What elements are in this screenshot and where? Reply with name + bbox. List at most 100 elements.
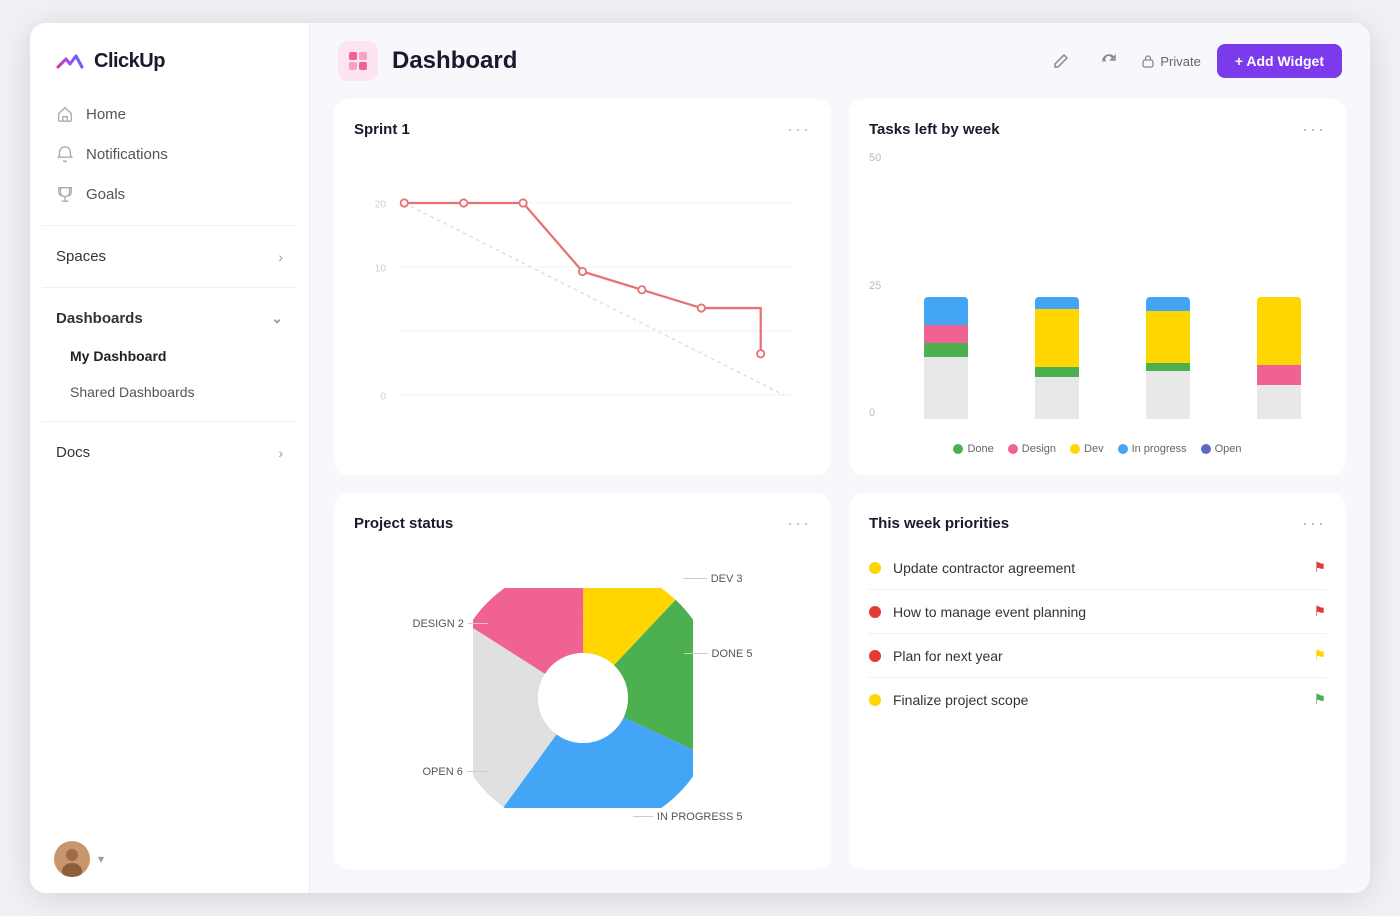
bar-group-3 bbox=[1121, 297, 1216, 419]
legend-open: Open bbox=[1201, 443, 1242, 455]
svg-text:0: 0 bbox=[380, 391, 386, 402]
bar-segment-done-2 bbox=[1035, 367, 1079, 377]
priority-item-1: Update contractor agreement ⚑ bbox=[869, 546, 1326, 590]
sprint-chart: 20 10 0 bbox=[354, 152, 811, 455]
sidebar-footer: ▾ bbox=[30, 825, 309, 893]
sidebar: ClickUp Home Notifications bbox=[30, 23, 310, 893]
trophy-icon bbox=[56, 185, 74, 203]
design-label: Design bbox=[1022, 443, 1056, 455]
priority-dot-3 bbox=[869, 650, 881, 662]
pie-chart-area: DEV 3 DONE 5 IN PROGRE bbox=[354, 546, 811, 849]
priorities-widget: This week priorities ··· Update contract… bbox=[849, 493, 1346, 869]
inprogress-label: In progress bbox=[1132, 443, 1187, 455]
priority-flag-4: ⚑ bbox=[1313, 691, 1326, 708]
bar-chart-area: 50 25 0 bbox=[869, 152, 1326, 455]
divider-2 bbox=[42, 287, 297, 288]
main-content: Dashboard Pri bbox=[310, 23, 1370, 893]
edit-icon bbox=[1053, 53, 1069, 69]
main-header: Dashboard Pri bbox=[310, 23, 1370, 99]
sidebar-item-spaces[interactable]: Spaces › bbox=[42, 238, 297, 275]
bar-segment-inprogress-1 bbox=[924, 297, 968, 325]
dashboard-icon bbox=[338, 41, 378, 81]
spaces-chevron: › bbox=[278, 249, 283, 265]
project-status-header: Project status ··· bbox=[354, 513, 811, 534]
sprint-widget: Sprint 1 ··· 20 10 0 bbox=[334, 99, 831, 475]
project-status-title: Project status bbox=[354, 515, 453, 532]
open-label: Open bbox=[1215, 443, 1242, 455]
dashboards-label: Dashboards bbox=[56, 310, 143, 327]
legend-dev: Dev bbox=[1070, 443, 1104, 455]
project-status-menu-button[interactable]: ··· bbox=[787, 513, 811, 534]
pie-label-design: DESIGN 2 bbox=[413, 618, 488, 630]
legend-design: Design bbox=[1008, 443, 1056, 455]
design-dot bbox=[1008, 444, 1018, 454]
priority-flag-1: ⚑ bbox=[1313, 559, 1326, 576]
dashboard-grid: Sprint 1 ··· 20 10 0 bbox=[310, 99, 1370, 893]
private-label: Private bbox=[1160, 54, 1200, 69]
bar-segment-done-3 bbox=[1146, 363, 1190, 371]
bar-segment-dev-2 bbox=[1035, 309, 1079, 367]
private-badge: Private bbox=[1141, 54, 1200, 69]
bell-icon bbox=[56, 145, 74, 163]
bar-group-2 bbox=[1010, 297, 1105, 419]
priorities-list: Update contractor agreement ⚑ How to man… bbox=[869, 546, 1326, 849]
priorities-menu-button[interactable]: ··· bbox=[1302, 513, 1326, 534]
pie-label-open: OPEN 6 bbox=[423, 766, 487, 778]
add-widget-button[interactable]: + Add Widget bbox=[1217, 44, 1342, 78]
sprint-line-chart: 20 10 0 bbox=[354, 152, 811, 455]
sprint-widget-title: Sprint 1 bbox=[354, 121, 410, 138]
priorities-widget-title: This week priorities bbox=[869, 515, 1009, 532]
edit-button[interactable] bbox=[1045, 45, 1077, 77]
clickup-logo-icon bbox=[54, 45, 86, 77]
priority-text-1: Update contractor agreement bbox=[893, 560, 1301, 576]
user-chevron[interactable]: ▾ bbox=[98, 852, 104, 866]
pie-chart-svg bbox=[473, 588, 693, 808]
avatar-image bbox=[54, 841, 90, 877]
page-title: Dashboard bbox=[392, 47, 517, 75]
priority-flag-3: ⚑ bbox=[1313, 647, 1326, 664]
pie-label-dev: DEV 3 bbox=[683, 573, 743, 585]
spaces-label: Spaces bbox=[56, 248, 106, 265]
priority-item-2: How to manage event planning ⚑ bbox=[869, 590, 1326, 634]
bar-segment-inprogress-3 bbox=[1146, 297, 1190, 311]
pie-label-inprogress: IN PROGRESS 5 bbox=[633, 811, 743, 823]
sidebar-item-goals[interactable]: Goals bbox=[42, 175, 297, 213]
sidebar-item-shared-dashboards[interactable]: Shared Dashboards bbox=[42, 375, 297, 409]
refresh-button[interactable] bbox=[1093, 45, 1125, 77]
dashboards-chevron: ⌄ bbox=[271, 310, 283, 327]
chart-legend: Done Design Dev In progress bbox=[869, 443, 1326, 455]
bar-segment-empty-2 bbox=[1035, 377, 1079, 419]
sprint-menu-button[interactable]: ··· bbox=[787, 119, 811, 140]
priority-item-3: Plan for next year ⚑ bbox=[869, 634, 1326, 678]
sidebar-item-notifications[interactable]: Notifications bbox=[42, 135, 297, 173]
sidebar-item-docs[interactable]: Docs › bbox=[42, 434, 297, 471]
bar-segment-dev-4 bbox=[1257, 297, 1301, 365]
docs-chevron: › bbox=[278, 445, 283, 461]
user-avatar[interactable] bbox=[54, 841, 90, 877]
priority-flag-2: ⚑ bbox=[1313, 603, 1326, 620]
bar-segment-empty-3 bbox=[1146, 371, 1190, 419]
sidebar-label-goals: Goals bbox=[86, 186, 125, 203]
sidebar-label-notifications: Notifications bbox=[86, 146, 168, 163]
priorities-widget-header: This week priorities ··· bbox=[869, 513, 1326, 534]
logo[interactable]: ClickUp bbox=[30, 23, 309, 95]
docs-label: Docs bbox=[56, 444, 90, 461]
sidebar-item-dashboards[interactable]: Dashboards ⌄ bbox=[42, 300, 297, 337]
dashboard-grid-icon bbox=[347, 50, 369, 72]
tasks-widget-title: Tasks left by week bbox=[869, 121, 1000, 138]
app-frame: ClickUp Home Notifications bbox=[30, 23, 1370, 893]
bar-group-4 bbox=[1231, 297, 1326, 419]
my-dashboard-label: My Dashboard bbox=[70, 348, 166, 364]
bar-segment-design-4 bbox=[1257, 365, 1301, 385]
tasks-menu-button[interactable]: ··· bbox=[1302, 119, 1326, 140]
bar-segment-empty-4 bbox=[1257, 385, 1301, 419]
bar-segment-done-1 bbox=[924, 343, 968, 357]
bar-segment-dev-3 bbox=[1146, 311, 1190, 363]
tasks-widget-header: Tasks left by week ··· bbox=[869, 119, 1326, 140]
header-left: Dashboard bbox=[338, 41, 517, 81]
sidebar-item-home[interactable]: Home bbox=[42, 95, 297, 133]
bar-segment-design-1 bbox=[924, 325, 968, 343]
sidebar-nav: Home Notifications Goals Spaces bbox=[30, 95, 309, 825]
sidebar-item-my-dashboard[interactable]: My Dashboard bbox=[42, 339, 297, 373]
pie-label-done: DONE 5 bbox=[684, 648, 753, 660]
